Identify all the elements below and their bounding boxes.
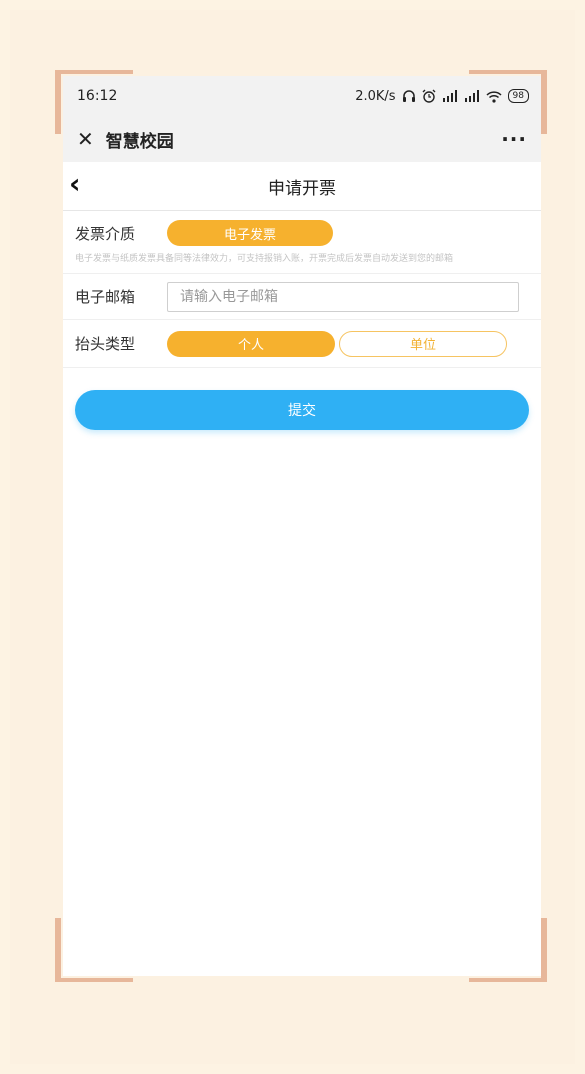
signal-icon xyxy=(442,90,457,102)
submit-button[interactable]: 提交 xyxy=(75,390,529,430)
medium-option-electronic[interactable]: 电子发票 xyxy=(167,220,333,246)
more-icon[interactable]: ··· xyxy=(501,127,527,151)
page-nav-bar: ‹ 申请开票 xyxy=(63,162,541,211)
chevron-left-icon[interactable]: ‹ xyxy=(69,170,81,198)
header-type-options: 个人 单位 xyxy=(167,330,507,357)
status-bar: 16:12 2.0K/s 98 xyxy=(63,76,541,116)
invoice-header-type-row: 抬头类型 个人 单位 xyxy=(63,320,541,368)
wechat-title-bar: ✕ 智慧校园 ··· xyxy=(63,116,541,162)
invoice-medium-label: 发票介质 xyxy=(75,224,136,243)
status-indicators: 2.0K/s 98 xyxy=(355,89,529,104)
signal-icon xyxy=(464,90,479,102)
status-time: 16:12 xyxy=(77,88,118,104)
header-option-personal[interactable]: 个人 xyxy=(167,330,335,357)
invoice-medium-row: 发票介质 电子发票 xyxy=(63,213,541,253)
invoice-hint-text: 电子发票与纸质发票具备同等法律效力，可支持报销入账，开票完成后发票自动发送到您的… xyxy=(63,253,541,274)
email-input[interactable] xyxy=(167,281,519,312)
email-label: 电子邮箱 xyxy=(75,288,136,306)
wifi-icon xyxy=(486,90,502,103)
phone-frame: 16:12 2.0K/s 98 ✕ 智慧校园 ··· ‹ 申请开票 发票介质 电… xyxy=(55,70,547,982)
email-row: 电子邮箱 xyxy=(63,274,541,320)
header-option-company[interactable]: 单位 xyxy=(339,330,507,357)
network-speed: 2.0K/s xyxy=(355,88,396,104)
page-title: 申请开票 xyxy=(268,178,336,199)
alarm-icon xyxy=(422,89,436,103)
headset-icon xyxy=(402,90,415,102)
battery-icon: 98 xyxy=(507,89,529,103)
app-title: 智慧校园 xyxy=(105,131,174,152)
phone-screen: 16:12 2.0K/s 98 ✕ 智慧校园 ··· ‹ 申请开票 发票介质 电… xyxy=(63,76,541,976)
submit-area: 提交 xyxy=(63,368,541,430)
close-icon[interactable]: ✕ xyxy=(77,129,94,149)
header-type-label: 抬头类型 xyxy=(75,335,136,353)
